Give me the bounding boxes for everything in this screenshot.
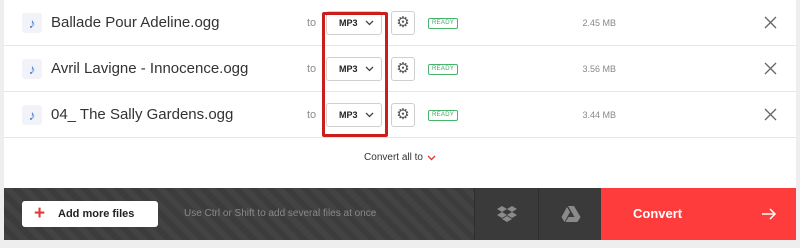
- file-name: Ballade Pour Adeline.ogg: [51, 14, 220, 31]
- close-icon[interactable]: [764, 62, 777, 75]
- status-badge: READY: [428, 18, 459, 29]
- to-label: to: [307, 109, 317, 121]
- format-column-highlight: [322, 12, 388, 137]
- status-badge: READY: [428, 64, 459, 75]
- file-size: 2.45 MB: [582, 18, 616, 28]
- convert-button[interactable]: Convert: [601, 188, 796, 240]
- gear-icon[interactable]: ⚙: [391, 11, 415, 35]
- convert-all-dropdown[interactable]: Convert all to: [0, 152, 800, 163]
- multi-select-hint: Use Ctrl or Shift to add several files a…: [184, 208, 377, 219]
- status-badge: READY: [428, 110, 459, 121]
- music-note-icon: ♪: [22, 105, 42, 125]
- add-more-files-label: Add more files: [58, 208, 135, 220]
- bottom-toolbar: + Add more files Use Ctrl or Shift to ad…: [4, 188, 796, 240]
- google-drive-icon: [561, 206, 581, 222]
- close-icon[interactable]: [764, 108, 777, 121]
- add-more-files-button[interactable]: + Add more files: [22, 201, 158, 227]
- gear-icon[interactable]: ⚙: [391, 57, 415, 81]
- plus-icon: +: [34, 203, 46, 224]
- upload-area: + Add more files Use Ctrl or Shift to ad…: [4, 188, 474, 240]
- music-note-icon: ♪: [22, 13, 42, 33]
- gear-icon[interactable]: ⚙: [391, 103, 415, 127]
- music-note-icon: ♪: [22, 59, 42, 79]
- file-size: 3.44 MB: [582, 110, 616, 120]
- to-label: to: [307, 63, 317, 75]
- file-name: 04_ The Sally Gardens.ogg: [51, 106, 234, 123]
- file-row: ♪ Avril Lavigne - Innocence.ogg to MP3 ⚙…: [4, 46, 796, 92]
- google-drive-button[interactable]: [538, 188, 602, 240]
- file-name: Avril Lavigne - Innocence.ogg: [51, 60, 249, 77]
- arrow-right-icon: [762, 208, 777, 220]
- file-size: 3.56 MB: [582, 64, 616, 74]
- dropbox-icon: [497, 206, 517, 222]
- to-label: to: [307, 17, 317, 29]
- convert-label: Convert: [633, 206, 683, 221]
- dropbox-button[interactable]: [474, 188, 538, 240]
- file-row: ♪ Ballade Pour Adeline.ogg to MP3 ⚙ READ…: [4, 0, 796, 46]
- file-row: ♪ 04_ The Sally Gardens.ogg to MP3 ⚙ REA…: [4, 92, 796, 138]
- convert-all-label: Convert all to: [364, 152, 423, 163]
- close-icon[interactable]: [764, 16, 777, 29]
- chevron-down-icon: [427, 155, 436, 160]
